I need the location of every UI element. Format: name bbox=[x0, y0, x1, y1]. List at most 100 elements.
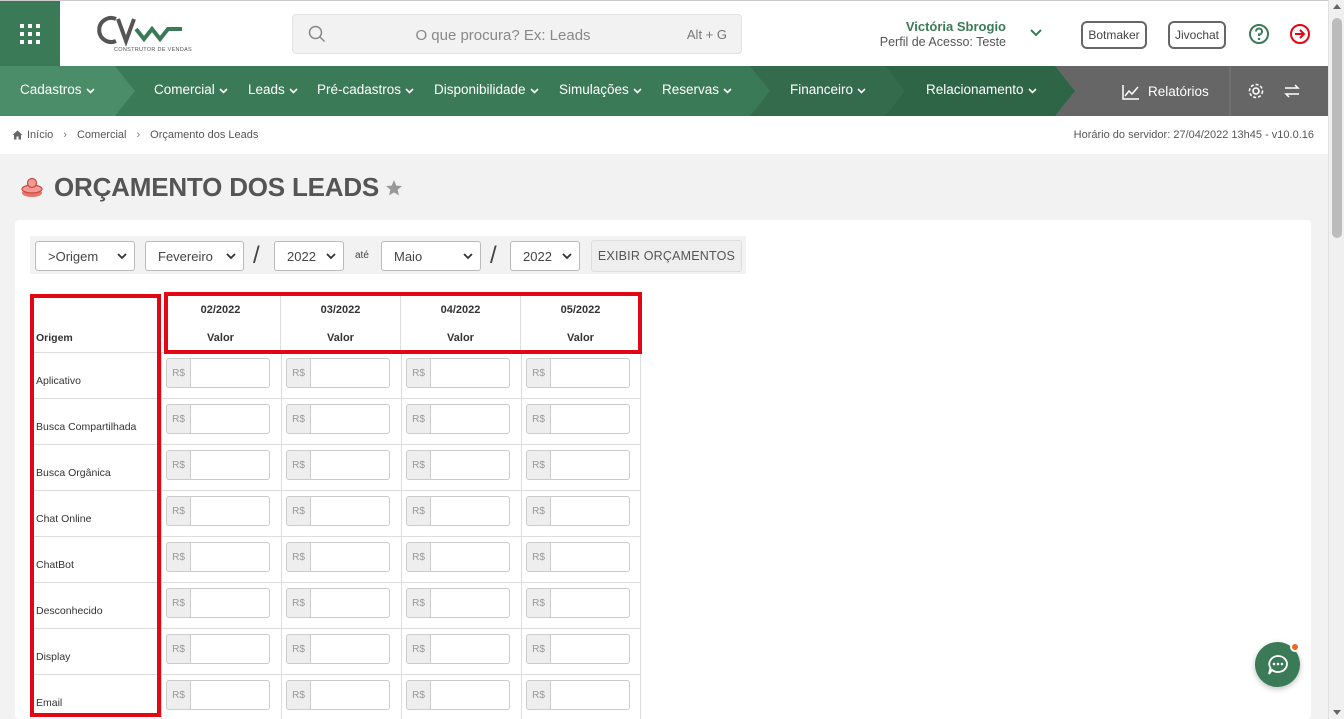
budget-value-input[interactable] bbox=[550, 358, 630, 388]
budget-field: R$ bbox=[286, 496, 390, 526]
budget-value-input[interactable] bbox=[310, 680, 390, 710]
month-from-select[interactable]: Fevereiro bbox=[145, 241, 244, 271]
column-divider bbox=[640, 629, 641, 675]
search-bar[interactable]: Alt + G bbox=[292, 14, 742, 54]
currency-addon: R$ bbox=[526, 634, 550, 664]
budget-value-input[interactable] bbox=[310, 404, 390, 434]
botmaker-button[interactable]: Botmaker bbox=[1081, 21, 1147, 49]
nav-item-pre-cadastros[interactable]: Pré-cadastros bbox=[317, 82, 414, 97]
budget-value-input[interactable] bbox=[550, 588, 630, 618]
budget-value-input[interactable] bbox=[310, 496, 390, 526]
cv-logo-icon bbox=[97, 16, 182, 47]
nav-label: Relatórios bbox=[1148, 83, 1209, 99]
budget-value-input[interactable] bbox=[550, 680, 630, 710]
show-budgets-button[interactable]: EXIBIR ORÇAMENTOS bbox=[591, 240, 742, 272]
page-scrollbar[interactable] bbox=[1328, 0, 1344, 719]
budget-value-input[interactable] bbox=[190, 496, 270, 526]
column-divider bbox=[281, 583, 282, 629]
year-to-select[interactable]: 2022 bbox=[510, 241, 580, 271]
column-divider bbox=[161, 629, 162, 675]
jivochat-button[interactable]: Jivochat bbox=[1168, 21, 1226, 49]
scroll-up-icon[interactable] bbox=[1333, 4, 1341, 9]
scroll-down-icon[interactable] bbox=[1333, 710, 1341, 715]
budget-value-input[interactable] bbox=[430, 588, 510, 618]
column-divider bbox=[521, 629, 522, 675]
currency-addon: R$ bbox=[166, 450, 190, 480]
budget-value-input[interactable] bbox=[310, 634, 390, 664]
nav-item-disponibilidade[interactable]: Disponibilidade bbox=[434, 82, 539, 97]
budget-value-input[interactable] bbox=[430, 358, 510, 388]
column-divider bbox=[640, 537, 641, 583]
currency-addon: R$ bbox=[286, 680, 310, 710]
nav-item-reservas[interactable]: Reservas bbox=[662, 82, 732, 97]
page-title: ORÇAMENTO DOS LEADS bbox=[54, 172, 380, 202]
budget-value-input[interactable] bbox=[190, 634, 270, 664]
budget-value-input[interactable] bbox=[190, 588, 270, 618]
budget-value-input[interactable] bbox=[190, 542, 270, 572]
currency-addon: R$ bbox=[406, 634, 430, 664]
year-from-select[interactable]: 2022 bbox=[274, 241, 344, 271]
budget-value-input[interactable] bbox=[430, 542, 510, 572]
swap-icon[interactable] bbox=[1284, 84, 1300, 98]
column-divider bbox=[640, 353, 641, 399]
apps-menu-button[interactable] bbox=[0, 1, 60, 67]
search-shortcut: Alt + G bbox=[686, 27, 727, 42]
budget-value-input[interactable] bbox=[430, 680, 510, 710]
budget-field: R$ bbox=[286, 404, 390, 434]
currency-addon: R$ bbox=[406, 542, 430, 572]
origin-select[interactable]: >Origem bbox=[35, 241, 135, 271]
budget-value-input[interactable] bbox=[550, 634, 630, 664]
budget-field: R$ bbox=[526, 634, 630, 664]
budget-value-input[interactable] bbox=[430, 450, 510, 480]
budget-value-input[interactable] bbox=[550, 542, 630, 572]
budget-value-input[interactable] bbox=[190, 404, 270, 434]
budget-value-input[interactable] bbox=[430, 634, 510, 664]
budget-value-input[interactable] bbox=[190, 450, 270, 480]
star-icon[interactable] bbox=[385, 179, 403, 197]
column-divider bbox=[401, 445, 402, 491]
column-divider bbox=[401, 675, 402, 719]
budget-value-input[interactable] bbox=[190, 680, 270, 710]
nav-item-financeiro[interactable]: Financeiro bbox=[790, 82, 866, 97]
budget-value-input[interactable] bbox=[550, 450, 630, 480]
budget-value-input[interactable] bbox=[430, 496, 510, 526]
nav-label: Cadastros bbox=[20, 82, 82, 97]
budget-value-input[interactable] bbox=[310, 588, 390, 618]
scrollbar-thumb[interactable] bbox=[1332, 18, 1342, 238]
nav-item-comercial[interactable]: Comercial bbox=[154, 82, 228, 97]
budget-field: R$ bbox=[406, 404, 510, 434]
nav-item-relacionamento[interactable]: Relacionamento bbox=[926, 82, 1037, 97]
user-profile: Perfil de Acesso: Teste bbox=[879, 35, 1006, 49]
currency-addon: R$ bbox=[286, 542, 310, 572]
budget-field: R$ bbox=[166, 404, 270, 434]
chat-button[interactable] bbox=[1255, 642, 1300, 687]
nav-item-simulacoes[interactable]: Simulações bbox=[559, 82, 642, 97]
breadcrumb-inicio[interactable]: Início bbox=[27, 129, 53, 141]
gear-icon[interactable] bbox=[1247, 82, 1265, 100]
budget-value-input[interactable] bbox=[310, 542, 390, 572]
budget-field: R$ bbox=[166, 542, 270, 572]
select-value: Fevereiro bbox=[158, 248, 213, 264]
breadcrumb-comercial[interactable]: Comercial bbox=[77, 129, 127, 141]
server-time: Horário do servidor: 27/04/2022 13h45 - … bbox=[1073, 129, 1314, 141]
chevron-down-icon bbox=[289, 87, 298, 94]
currency-addon: R$ bbox=[406, 588, 430, 618]
budget-value-input[interactable] bbox=[310, 450, 390, 480]
budget-value-input[interactable] bbox=[550, 496, 630, 526]
nav-item-leads[interactable]: Leads bbox=[248, 82, 298, 97]
budget-value-input[interactable] bbox=[550, 404, 630, 434]
budget-value-input[interactable] bbox=[190, 358, 270, 388]
logo[interactable]: CONSTRUTOR DE VENDAS bbox=[94, 11, 194, 57]
logout-icon[interactable] bbox=[1289, 23, 1311, 45]
currency-addon: R$ bbox=[286, 588, 310, 618]
nav-item-cadastros[interactable]: Cadastros bbox=[20, 82, 95, 97]
search-input[interactable] bbox=[353, 23, 653, 47]
budget-value-input[interactable] bbox=[430, 404, 510, 434]
chevron-down-icon[interactable] bbox=[1030, 29, 1042, 37]
budget-value-input[interactable] bbox=[310, 358, 390, 388]
nav-item-relatorios[interactable]: Relatórios bbox=[1122, 82, 1209, 100]
month-to-select[interactable]: Maio bbox=[381, 241, 481, 271]
user-menu[interactable]: Victória Sbrogio Perfil de Acesso: Teste bbox=[880, 19, 1006, 49]
budget-field: R$ bbox=[166, 496, 270, 526]
help-icon[interactable] bbox=[1248, 23, 1270, 45]
